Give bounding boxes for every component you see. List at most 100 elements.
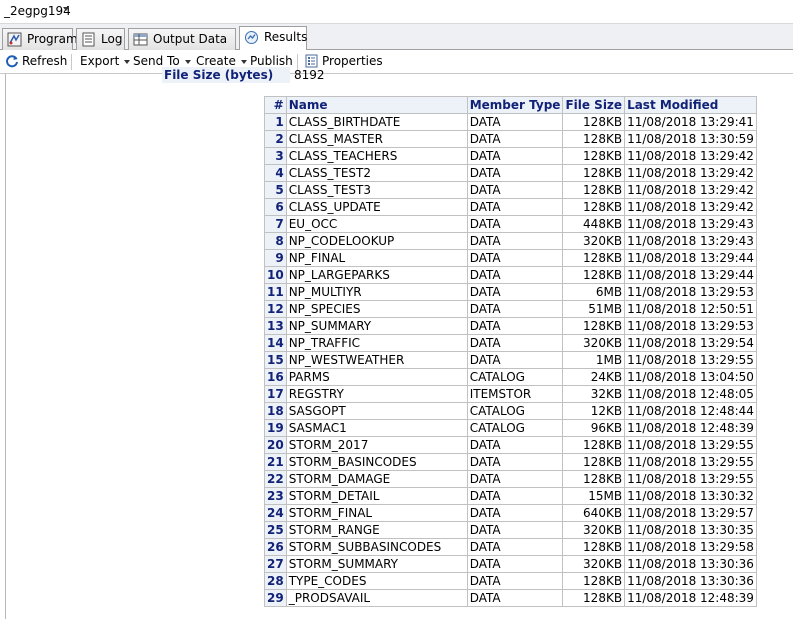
member-name-cell: STORM_DAMAGE <box>285 470 468 488</box>
tab-output-data[interactable]: Output Data (23) <box>128 28 236 66</box>
file-size-cell: 320KB <box>562 555 626 573</box>
table-row: 26 STORM_SUBBASINCODES DATA 128KB 11/08/2018… <box>264 538 757 556</box>
member-name-cell: NP_MULTIYR <box>285 283 468 301</box>
row-number-cell: 10 <box>264 266 287 284</box>
table-row: 29 _PRODSAVAIL DATA 128KB 11/08/2018 12:48:3… <box>264 589 757 607</box>
row-number-cell: 7 <box>264 215 287 233</box>
member-type-cell: DATA <box>466 283 564 301</box>
member-name-cell: STORM_RANGE <box>285 521 468 539</box>
row-number-cell: 25 <box>264 521 287 539</box>
member-type-cell: DATA <box>466 572 564 590</box>
file-size-cell: 32KB <box>562 385 626 403</box>
table-row: 24 STORM_FINAL DATA 640KB 11/08/2018 13:29:5… <box>264 504 757 522</box>
row-number-cell: 12 <box>264 300 287 318</box>
member-name-cell: NP_FINAL <box>285 249 468 267</box>
column-header-name: Name <box>285 96 468 114</box>
send-to-dropdown-icon <box>184 59 191 64</box>
member-name-cell: SASGOPT <box>285 402 468 420</box>
file-size-cell: 128KB <box>562 130 626 148</box>
row-number-cell: 1 <box>264 113 287 131</box>
last-modified-cell: 11/08/2018 13:29:54 <box>624 334 757 352</box>
member-type-cell: DATA <box>466 351 564 369</box>
table-row: 5 CLASS_TEST3 DATA 128KB 11/08/2018 13:29:42 <box>264 181 757 199</box>
member-name-cell: CLASS_TEST3 <box>285 181 468 199</box>
member-type-cell: DATA <box>466 487 564 505</box>
window-menu-caret-icon[interactable] <box>63 7 69 11</box>
table-row: 4 CLASS_TEST2 DATA 128KB 11/08/2018 13:29:42 <box>264 164 757 182</box>
last-modified-cell: 11/08/2018 13:29:55 <box>624 453 757 471</box>
member-name-cell: REGSTRY <box>285 385 468 403</box>
row-number-cell: 16 <box>264 368 287 386</box>
row-number-cell: 29 <box>264 589 287 607</box>
export-label: Export <box>80 54 120 68</box>
file-size-cell: 640KB <box>562 504 626 522</box>
file-size-value: 8192 <box>294 68 325 82</box>
row-number-cell: 14 <box>264 334 287 352</box>
export-menu[interactable]: Export <box>80 54 131 69</box>
file-size-cell: 320KB <box>562 521 626 539</box>
last-modified-cell: 11/08/2018 13:29:41 <box>624 113 757 131</box>
member-name-cell: CLASS_TEST2 <box>285 164 468 182</box>
row-number-cell: 5 <box>264 181 287 199</box>
member-type-cell: DATA <box>466 249 564 267</box>
row-number-cell: 9 <box>264 249 287 267</box>
member-name-cell: NP_TRAFFIC <box>285 334 468 352</box>
column-header-obs: # <box>264 96 287 114</box>
last-modified-cell: 11/08/2018 13:29:42 <box>624 198 757 216</box>
last-modified-cell: 11/08/2018 13:04:50 <box>624 368 757 386</box>
file-size-cell: 128KB <box>562 589 626 607</box>
member-name-cell: NP_SPECIES <box>285 300 468 318</box>
refresh-label: Refresh <box>22 54 68 68</box>
row-number-cell: 19 <box>264 419 287 437</box>
member-type-cell: DATA <box>466 555 564 573</box>
table-row: 28 TYPE_CODES DATA 128KB 11/08/2018 13:30:36 <box>264 572 757 590</box>
file-size-cell: 12KB <box>562 402 626 420</box>
column-header-file-size: File Size <box>562 96 626 114</box>
refresh-icon <box>6 55 18 68</box>
file-size-cell: 24KB <box>562 368 626 386</box>
last-modified-cell: 11/08/2018 13:29:43 <box>624 232 757 250</box>
last-modified-cell: 11/08/2018 12:48:05 <box>624 385 757 403</box>
column-header-last-modified: Last Modified <box>624 96 757 114</box>
member-name-cell: CLASS_TEACHERS <box>285 147 468 165</box>
results-pane[interactable]: File Size (bytes) 8192 # Name Member Typ… <box>0 67 793 619</box>
last-modified-cell: 11/08/2018 12:48:39 <box>624 589 757 607</box>
window-title[interactable]: _2egpg194 <box>4 4 71 18</box>
tab-log[interactable]: Log <box>76 28 125 50</box>
table-row: 18 SASGOPT CATALOG 12KB 11/08/2018 12:48:44 <box>264 402 757 420</box>
last-modified-cell: 11/08/2018 13:29:58 <box>624 538 757 556</box>
member-name-cell: EU_OCC <box>285 215 468 233</box>
tab-program[interactable]: Program <box>2 28 78 50</box>
row-number-cell: 4 <box>264 164 287 182</box>
row-number-cell: 24 <box>264 504 287 522</box>
row-number-cell: 13 <box>264 317 287 335</box>
properties-icon <box>305 54 318 68</box>
member-type-cell: CATALOG <box>466 402 564 420</box>
table-row: 16 PARMS CATALOG 24KB 11/08/2018 13:04:50 <box>264 368 757 386</box>
member-name-cell: STORM_SUBBASINCODES <box>285 538 468 556</box>
file-size-cell: 6MB <box>562 283 626 301</box>
last-modified-cell: 11/08/2018 12:50:51 <box>624 300 757 318</box>
row-number-cell: 8 <box>264 232 287 250</box>
last-modified-cell: 11/08/2018 13:29:42 <box>624 181 757 199</box>
column-header-member-type: Member Type <box>466 96 564 114</box>
member-type-cell: CATALOG <box>466 368 564 386</box>
table-row: 12 NP_SPECIES DATA 51MB 11/08/2018 12:50:51 <box>264 300 757 318</box>
tab-results-label: Results <box>264 30 308 44</box>
last-modified-cell: 11/08/2018 13:29:53 <box>624 317 757 335</box>
member-type-cell: DATA <box>466 470 564 488</box>
file-size-cell: 51MB <box>562 300 626 318</box>
member-type-cell: DATA <box>466 147 564 165</box>
member-type-cell: DATA <box>466 300 564 318</box>
member-name-cell: CLASS_BIRTHDATE <box>285 113 468 131</box>
file-size-cell: 128KB <box>562 453 626 471</box>
table-header-row: # Name Member Type File Size Last Modifi… <box>264 96 757 114</box>
last-modified-cell: 11/08/2018 13:29:55 <box>624 470 757 488</box>
table-row: 20 STORM_2017 DATA 128KB 11/08/2018 13:29:55 <box>264 436 757 454</box>
file-size-label: File Size (bytes) <box>162 67 290 83</box>
table-row: 9 NP_FINAL DATA 128KB 11/08/2018 13:29:44 <box>264 249 757 267</box>
file-size-cell: 128KB <box>562 436 626 454</box>
refresh-button[interactable]: Refresh <box>5 54 67 69</box>
tab-results[interactable]: Results <box>239 26 307 50</box>
window-title-bar: _2egpg194 <box>0 0 793 24</box>
